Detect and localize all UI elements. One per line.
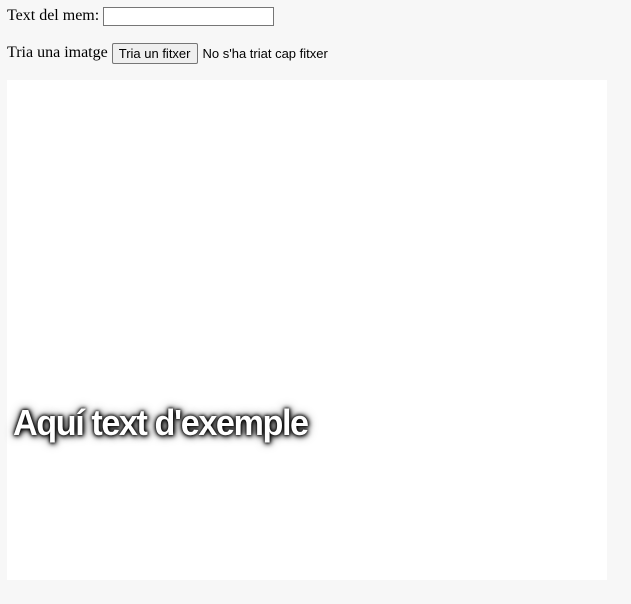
meme-caption: Aquí text d'exemple xyxy=(13,402,309,443)
file-status-text: No s'ha triat cap fitxer xyxy=(202,45,328,61)
meme-text-label: Text del mem: xyxy=(7,7,100,24)
meme-text-row: Text del mem: xyxy=(7,5,275,27)
meme-text-input[interactable] xyxy=(103,6,275,26)
image-picker-row: Tria una imatge Tria un fitxer No s'ha t… xyxy=(7,42,328,64)
image-picker-label: Tria una imatge xyxy=(7,44,108,61)
meme-canvas: Aquí text d'exemple xyxy=(7,80,607,580)
choose-file-button[interactable]: Tria un fitxer xyxy=(111,42,198,64)
